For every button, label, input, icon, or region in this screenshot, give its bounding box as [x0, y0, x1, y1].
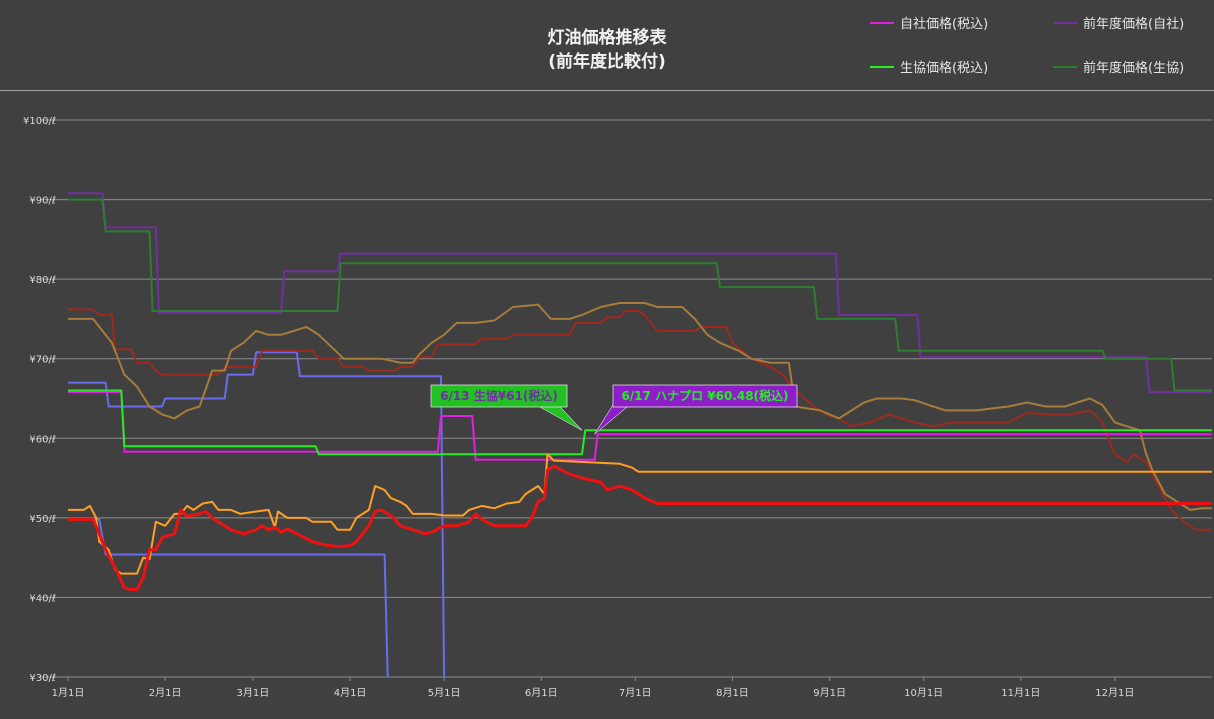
- series-line-8: [68, 453, 1212, 575]
- legend-entry-prev-coop: 前年度価格(生協): [1053, 57, 1184, 76]
- series-line-1: [68, 198, 1212, 392]
- x-tick-label: 7月1日: [619, 687, 652, 699]
- x-tick-label: 6月1日: [525, 687, 558, 699]
- legend-entry-coop-price: 生協価格(税込): [870, 57, 988, 76]
- line-chart: ¥100/ℓ ¥90/ℓ ¥80/ℓ ¥70/ℓ ¥60/ℓ ¥50/ℓ ¥40/ℓ ¥30/…: [23, 116, 1212, 699]
- x-tick-label: 2月1日: [149, 687, 182, 699]
- annotations: 6/13 生協¥61(税込) 6/17 ハナプロ ¥60.48(税込): [430, 384, 798, 435]
- legend-swatch-coop-price: [870, 65, 894, 68]
- x-tick-label: 12月1日: [1095, 687, 1134, 699]
- legend-label: 前年度価格(生協): [1083, 61, 1185, 76]
- chart-title: 灯油価格推移表: [547, 28, 667, 48]
- legend-swatch-own-price: [870, 21, 894, 24]
- legend-swatch-prev-coop: [1053, 65, 1077, 68]
- legend-swatch-prev-own: [1053, 21, 1077, 24]
- legend-entry-own-price: 自社価格(税込): [870, 13, 988, 32]
- series-line-3: [68, 518, 389, 678]
- y-axis: ¥100/ℓ ¥90/ℓ ¥80/ℓ ¥70/ℓ ¥60/ℓ ¥50/ℓ ¥40/ℓ ¥30/…: [23, 116, 56, 684]
- y-tick-label: ¥70/ℓ: [29, 355, 56, 366]
- series-line-0: [68, 192, 1212, 394]
- x-tick-label: 4月1日: [334, 687, 367, 699]
- x-tick-label: 1月1日: [52, 687, 85, 699]
- y-tick-label: ¥40/ℓ: [29, 593, 56, 604]
- x-tick-label: 5月1日: [428, 687, 461, 699]
- chart-subtitle: (前年度比較付): [548, 52, 666, 72]
- y-tick-label: ¥100/ℓ: [23, 116, 56, 127]
- callout-pointer: [539, 406, 583, 431]
- x-tick-label: 10月1日: [904, 687, 943, 699]
- x-axis: 1月1日 2月1日 3月1日 4月1日 5月1日 6月1日 7月1日 8月1日 9月1日 10月1…: [52, 676, 1212, 699]
- callout-label: 6/17 ハナプロ ¥60.48(税込): [621, 388, 788, 403]
- y-tick-label: ¥30/ℓ: [29, 673, 56, 684]
- y-tick-label: ¥90/ℓ: [29, 196, 56, 207]
- series-line-9: [68, 464, 1212, 591]
- x-tick-label: 3月1日: [237, 687, 270, 699]
- x-tick-label: 11月1日: [1001, 687, 1040, 699]
- legend-label: 生協価格(税込): [900, 61, 989, 76]
- legend-entry-prev-own: 前年度価格(自社): [1053, 13, 1184, 32]
- chart-header: 灯油価格推移表 (前年度比較付) 自社価格(税込) 前年度価格(自社) 生協価格…: [0, 0, 1214, 91]
- series-group: [68, 192, 1212, 678]
- y-tick-label: ¥50/ℓ: [29, 514, 56, 525]
- callout-label: 6/13 生協¥61(税込): [440, 388, 558, 403]
- y-tick-label: ¥60/ℓ: [29, 434, 56, 445]
- legend-label: 前年度価格(自社): [1083, 17, 1185, 32]
- x-tick-label: 9月1日: [813, 687, 846, 699]
- x-tick-label: 8月1日: [716, 687, 749, 699]
- y-tick-label: ¥80/ℓ: [29, 275, 56, 286]
- legend-label: 自社価格(税込): [900, 17, 989, 32]
